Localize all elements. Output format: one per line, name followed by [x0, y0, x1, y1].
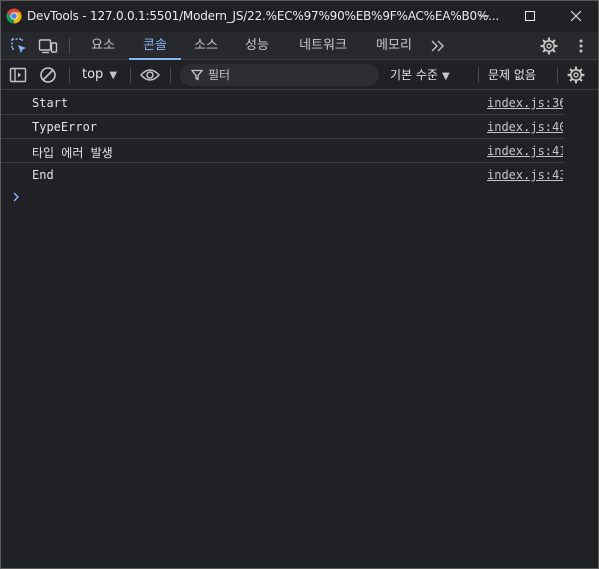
maximize-icon	[525, 11, 535, 21]
tab-sources[interactable]: 소스	[186, 32, 226, 60]
context-selector[interactable]: top ▼	[82, 60, 117, 90]
tab-performance[interactable]: 성능	[236, 32, 278, 60]
live-expression-button[interactable]	[140, 65, 160, 85]
panel-tab-bar: 요소 콘솔 소스 성능 네트워크 메모리	[0, 32, 599, 60]
source-link[interactable]: index.js:36	[487, 96, 563, 110]
log-levels-dropdown[interactable]: 기본 수준 ▼	[390, 60, 450, 90]
maximize-button[interactable]	[507, 0, 553, 32]
source-link[interactable]: index.js:40	[487, 120, 563, 134]
clear-console-button[interactable]	[38, 65, 58, 85]
eye-icon	[140, 69, 160, 81]
console-output: Start index.js:36 TypeError index.js:40 …	[0, 91, 599, 567]
device-toolbar-button[interactable]	[38, 36, 58, 56]
source-link[interactable]: index.js:41	[487, 144, 563, 158]
toolbar-divider	[170, 67, 171, 83]
dropdown-caret-icon: ▼	[441, 71, 450, 82]
console-message-text: TypeError	[32, 120, 98, 134]
filter-input[interactable]	[208, 65, 368, 85]
tab-console[interactable]: 콘솔	[129, 32, 181, 60]
minimize-button[interactable]	[461, 0, 507, 32]
console-toolbar: top▼ 기본 수준▼ 문제 없음	[0, 60, 599, 90]
toolbar-divider	[557, 67, 558, 83]
source-link[interactable]: index.js:43	[487, 168, 563, 182]
console-message-text: 타입 에러 발생	[32, 146, 113, 160]
more-tabs-button[interactable]	[428, 36, 448, 56]
tab-network[interactable]: 네트워크	[290, 32, 356, 60]
show-sidebar-button[interactable]	[8, 65, 28, 85]
toolbar-divider	[69, 67, 70, 83]
sidebar-toggle-icon	[9, 67, 27, 83]
vertical-ellipsis-icon	[579, 39, 583, 53]
chevron-right-icon	[13, 192, 19, 202]
console-message-text: End	[32, 168, 54, 182]
toolbar-divider	[130, 67, 131, 83]
tab-elements[interactable]: 요소	[84, 32, 122, 60]
console-message-text: Start	[32, 96, 69, 110]
context-label: top	[82, 67, 104, 82]
chrome-icon	[6, 8, 22, 24]
console-prompt[interactable]	[12, 191, 22, 205]
window-title: DevTools - 127.0.0.1:5501/Modern_JS/22.%…	[27, 9, 499, 23]
minimize-icon	[479, 15, 489, 17]
inspect-element-icon	[11, 38, 26, 53]
inspect-element-button[interactable]	[9, 36, 29, 56]
issues-label: 문제 없음	[488, 68, 536, 82]
toolbar-divider	[478, 67, 479, 83]
title-bar: DevTools - 127.0.0.1:5501/Modern_JS/22.%…	[0, 0, 599, 32]
filter-funnel-icon	[191, 69, 203, 81]
settings-button[interactable]	[539, 36, 559, 56]
double-chevron-right-icon	[431, 40, 444, 52]
tab-memory[interactable]: 메모리	[368, 32, 420, 60]
log-levels-label: 기본 수준	[390, 68, 438, 82]
dropdown-caret-icon: ▼	[109, 70, 118, 81]
console-message: TypeError index.js:40	[0, 115, 565, 139]
console-message: End index.js:43	[0, 163, 565, 187]
console-message: Start index.js:36	[0, 91, 565, 115]
gear-icon	[567, 66, 585, 84]
clear-icon	[40, 67, 56, 83]
issues-counter[interactable]: 문제 없음	[488, 60, 536, 90]
console-settings-button[interactable]	[566, 65, 586, 85]
device-toggle-icon	[38, 39, 58, 54]
gear-icon	[540, 37, 558, 55]
more-options-button[interactable]	[571, 36, 591, 56]
close-button[interactable]	[553, 0, 599, 32]
toolbar-divider	[69, 38, 70, 54]
filter-field[interactable]	[180, 64, 379, 86]
console-message: 타입 에러 발생 index.js:41	[0, 139, 565, 163]
close-icon	[571, 11, 581, 21]
